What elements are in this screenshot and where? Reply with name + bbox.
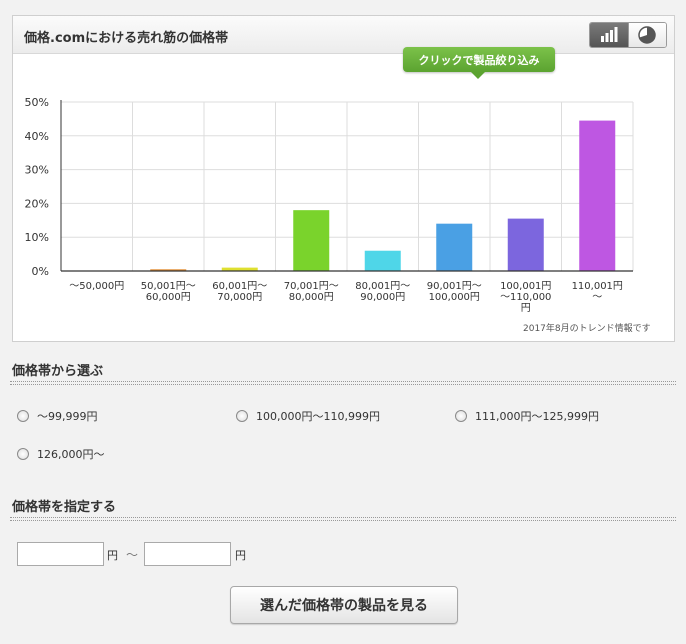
- radio-button[interactable]: [17, 448, 29, 460]
- max-price-unit: 円: [235, 549, 246, 562]
- x-tick-label: 90,001円～ 100,000円: [427, 281, 482, 303]
- price-option-label: ～99,999円: [37, 410, 98, 423]
- price-option-label: 100,000円～110,999円: [256, 410, 380, 423]
- range-separator: ～: [126, 548, 139, 562]
- x-tick-label: 110,001円～: [572, 281, 623, 303]
- range-section-heading: 価格帯を指定する: [12, 500, 117, 515]
- bar[interactable]: [293, 210, 330, 271]
- y-tick-label: 20%: [25, 197, 49, 210]
- min-price-input[interactable]: [17, 542, 104, 566]
- price-option-label: 111,000円～125,999円: [475, 410, 599, 423]
- bar[interactable]: [579, 120, 616, 271]
- price-distribution-chart: 0% 10% 20% 30% 40% 50% ～50,000円 50,001円～ 60,000円…: [25, 96, 634, 314]
- radio-button[interactable]: [236, 410, 248, 422]
- x-tick-label: 60,001円～ 70,000円: [212, 281, 267, 303]
- section-divider: [10, 517, 676, 521]
- x-tick-label: 70,001円～ 80,000円: [284, 281, 339, 303]
- y-tick-label: 10%: [25, 231, 49, 244]
- max-price-input[interactable]: [144, 542, 231, 566]
- x-tick-label: ～50,000円: [69, 281, 124, 292]
- bar[interactable]: [436, 223, 473, 271]
- price-option-label: 126,000円～: [37, 448, 105, 461]
- bar[interactable]: [364, 250, 401, 271]
- x-tick-label: 50,001円～ 60,000円: [141, 281, 196, 303]
- y-tick-label: 40%: [25, 130, 49, 143]
- bar[interactable]: [507, 218, 544, 271]
- section-divider: [10, 381, 676, 385]
- x-tick-label: 80,001円～ 90,000円: [355, 281, 410, 303]
- y-tick-label: 50%: [25, 96, 49, 109]
- trend-note: 2017年8月のトレンド情報です: [523, 324, 651, 334]
- price-option-2[interactable]: 100,000円～110,999円: [236, 408, 380, 424]
- view-products-button[interactable]: 選んだ価格帯の製品を見る: [230, 586, 458, 624]
- radio-button[interactable]: [455, 410, 467, 422]
- price-option-1[interactable]: ～99,999円: [17, 408, 98, 424]
- radio-button[interactable]: [17, 410, 29, 422]
- price-option-3[interactable]: 111,000円～125,999円: [455, 408, 599, 424]
- select-section-heading: 価格帯から選ぶ: [12, 364, 104, 379]
- price-trend-panel: 価格.comにおける売れ筋の価格帯 クリックで製品絞り込み 0% 10% 20% 30…: [12, 15, 675, 342]
- min-price-unit: 円: [107, 549, 118, 562]
- y-tick-label: 30%: [25, 164, 49, 177]
- y-tick-label: 0%: [32, 265, 49, 278]
- x-tick-label: 100,001円～110,000 円: [500, 281, 551, 314]
- price-option-4[interactable]: 126,000円～: [17, 446, 105, 462]
